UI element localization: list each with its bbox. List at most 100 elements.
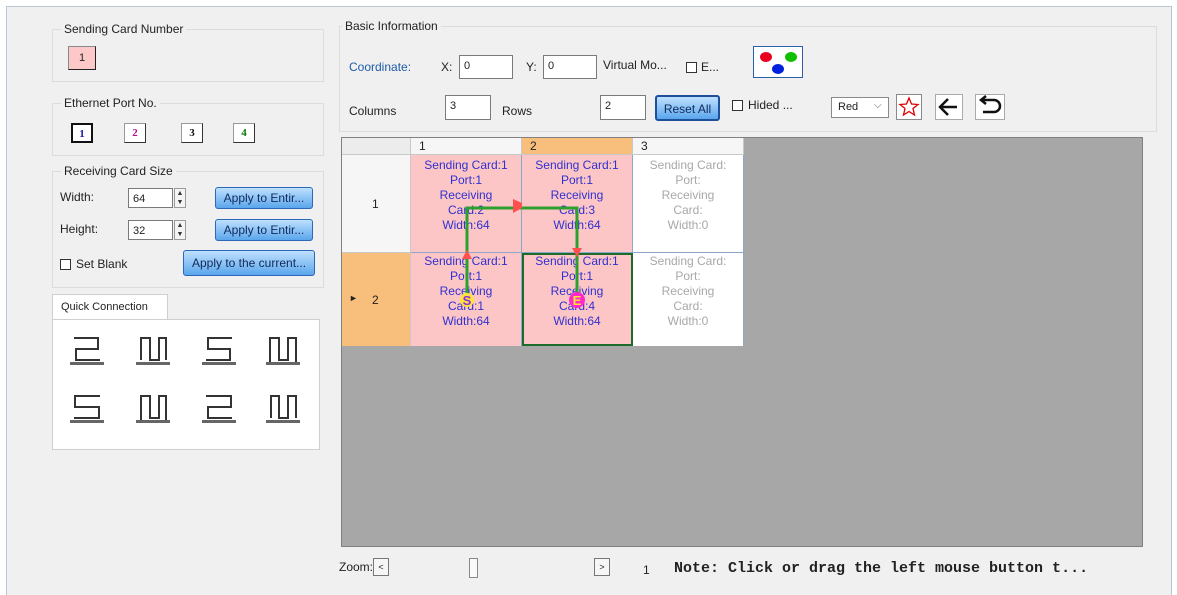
grid-cell[interactable]: Sending Card: Port: Receiving Card: Widt… <box>633 253 744 346</box>
width-label: Width: <box>60 190 95 204</box>
width-spinner[interactable]: ▲ ▼ <box>174 188 186 208</box>
cell-receiving: Receiving <box>661 188 715 202</box>
cell-width: Width:0 <box>667 218 709 232</box>
height-spinner[interactable]: ▲ ▼ <box>174 220 186 240</box>
snake-bottom-right-icon[interactable] <box>202 390 236 424</box>
green-dot <box>785 52 797 62</box>
hided-label: Hided ... <box>748 98 793 112</box>
cell-receiving: Receiving <box>661 284 715 298</box>
cell-width: Width:64 <box>553 218 601 232</box>
receiving-card-size-title: Receiving Card Size <box>61 164 176 178</box>
grid-cell[interactable]: Sending Card: Port: Receiving Card: Widt… <box>633 155 744 253</box>
apply-to-current-button[interactable]: Apply to the current... <box>183 250 315 276</box>
ethernet-port-title: Ethernet Port No. <box>61 96 160 110</box>
cell-port: Port: <box>675 173 701 187</box>
ethernet-port-4-button[interactable]: 4 <box>233 123 255 143</box>
color-select-value: Red <box>838 101 859 113</box>
color-select[interactable]: Red ⌵ <box>831 97 889 118</box>
cell-port: Port:1 <box>449 173 482 187</box>
star-icon[interactable] <box>896 94 922 120</box>
cell-card: Card: <box>673 299 703 313</box>
columns-label: Columns <box>349 104 397 118</box>
cell-width: Width:0 <box>667 314 709 328</box>
ethernet-port-3-button[interactable]: 3 <box>181 123 203 143</box>
snake-up-down-icon[interactable] <box>136 332 170 366</box>
reset-all-button[interactable]: Reset All <box>655 95 720 121</box>
spin-down-icon[interactable]: ▼ <box>175 198 185 207</box>
cell-receiving: Receiving <box>550 284 604 298</box>
cell-receiving: Receiving <box>439 188 493 202</box>
spin-down-icon[interactable]: ▼ <box>175 230 185 239</box>
spin-up-icon[interactable]: ▲ <box>175 221 185 230</box>
ethernet-port-1-button[interactable]: 1 <box>71 123 93 143</box>
virtual-color-icon[interactable] <box>753 46 803 78</box>
row-header-label: 2 <box>372 293 379 307</box>
row-header[interactable]: 1 <box>342 155 411 253</box>
set-blank-label: Set Blank <box>76 257 128 271</box>
grid-cell[interactable]: Sending Card:1 Port:1 Receiving Card:1 W… <box>411 253 522 346</box>
e-checkbox[interactable] <box>686 62 697 73</box>
sending-card-number-field[interactable]: 1 <box>68 46 96 70</box>
cell-receiving: Receiving <box>550 188 604 202</box>
hided-checkbox[interactable] <box>732 100 743 111</box>
row-header-label: 1 <box>372 197 379 211</box>
snake-vertical-right-icon[interactable] <box>266 390 300 424</box>
basic-information-title: Basic Information <box>342 19 441 33</box>
grid-corner <box>342 138 411 155</box>
grid-cell[interactable]: Sending Card:1 Port:1 Receiving Card:3 W… <box>522 155 633 253</box>
column-header[interactable]: 1 <box>411 138 522 155</box>
x-label: X: <box>441 60 453 74</box>
rows-input[interactable]: 2 <box>600 95 646 120</box>
snake-right-left-icon[interactable] <box>202 332 236 366</box>
cell-card: Card:4 <box>558 299 596 313</box>
y-label: Y: <box>526 60 537 74</box>
grid-cell-selected[interactable]: Sending Card:1 Port:1 Receiving Card:4 W… <box>522 253 633 346</box>
cell-port: Port:1 <box>449 269 482 283</box>
width-input[interactable]: 64 <box>128 188 173 208</box>
virtual-mode-label: Virtual Mo... <box>603 58 667 72</box>
column-header[interactable]: 2 <box>522 138 633 155</box>
cell-width: Width:64 <box>553 314 601 328</box>
grid-cell[interactable]: Sending Card:1 Port:1 Receiving Card:2 W… <box>411 155 522 253</box>
cell-sending-card: Sending Card:1 <box>424 158 508 172</box>
blue-dot <box>772 64 784 74</box>
height-input[interactable]: 32 <box>128 220 173 240</box>
e-label: E... <box>701 60 720 74</box>
snake-down-up-icon[interactable] <box>266 332 300 366</box>
red-dot <box>760 52 772 62</box>
ethernet-port-2-button[interactable]: 2 <box>124 123 146 143</box>
row-header[interactable]: ► 2 <box>342 253 411 346</box>
apply-entire-height-button[interactable]: Apply to Entir... <box>215 219 313 241</box>
x-coordinate-input[interactable]: 0 <box>459 55 513 79</box>
cell-card: Card:2 <box>447 203 485 217</box>
cell-sending-card: Sending Card:1 <box>535 254 619 268</box>
y-coordinate-input[interactable]: 0 <box>543 55 597 79</box>
cell-port: Port:1 <box>560 173 593 187</box>
set-blank-checkbox[interactable] <box>60 259 71 270</box>
height-label: Height: <box>60 222 99 236</box>
sending-card-title: Sending Card Number <box>61 22 187 36</box>
snake-bottom-left-icon[interactable] <box>70 390 104 424</box>
coordinate-label: Coordinate: <box>349 60 412 74</box>
zoom-in-button[interactable]: > <box>594 558 610 576</box>
cell-sending-card: Sending Card:1 <box>535 158 619 172</box>
zoom-value: 1 <box>643 563 650 577</box>
cell-sending-card: Sending Card:1 <box>424 254 508 268</box>
columns-input[interactable]: 3 <box>445 95 491 120</box>
cell-card: Card:1 <box>447 299 485 313</box>
column-header[interactable]: 3 <box>633 138 744 155</box>
spin-up-icon[interactable]: ▲ <box>175 189 185 198</box>
tab-quick-connection[interactable]: Quick Connection <box>52 294 168 320</box>
zoom-slider-thumb[interactable] <box>469 558 478 578</box>
row-pointer-icon: ► <box>349 293 358 303</box>
snake-left-right-icon[interactable] <box>70 332 104 366</box>
cell-port: Port:1 <box>560 269 593 283</box>
cell-width: Width:64 <box>442 314 490 328</box>
undo-icon[interactable] <box>975 94 1005 120</box>
note-text: Note: Click or drag the left mouse butto… <box>674 560 1089 577</box>
apply-entire-width-button[interactable]: Apply to Entir... <box>215 187 313 209</box>
cell-sending-card: Sending Card: <box>649 254 727 268</box>
arrow-left-icon[interactable] <box>935 94 963 120</box>
snake-vertical-left-icon[interactable] <box>136 390 170 424</box>
zoom-out-button[interactable]: < <box>373 558 389 576</box>
